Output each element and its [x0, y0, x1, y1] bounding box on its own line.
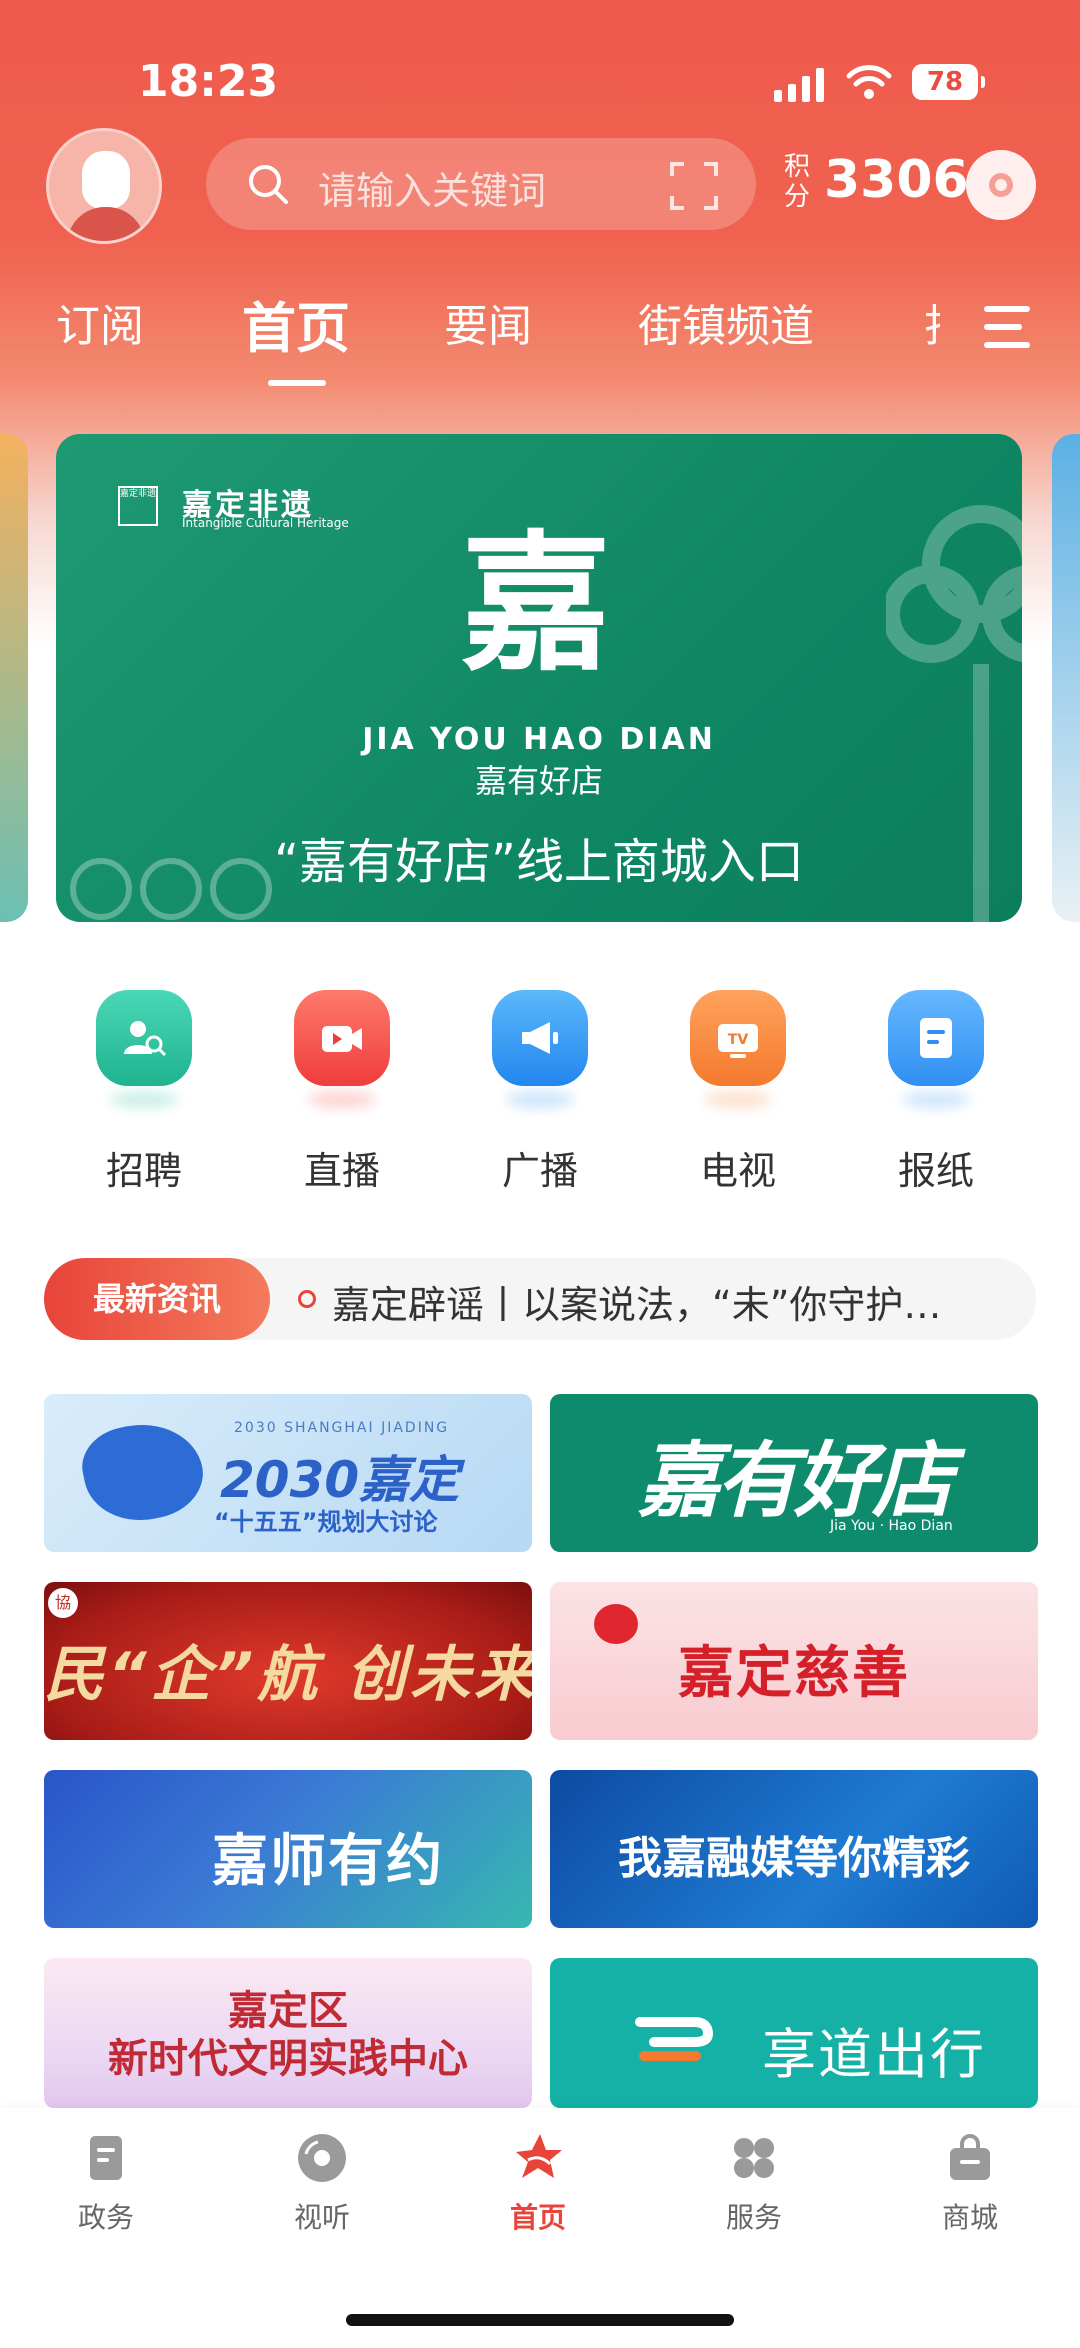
- news-ticker[interactable]: 最新资讯 嘉定辟谣丨以案说法，“未”你守护…: [44, 1258, 1036, 1340]
- nav-services[interactable]: 服务: [684, 2130, 824, 2236]
- tab-partial[interactable]: 打: [924, 290, 940, 354]
- quick-action-label: 广播: [501, 1149, 578, 1193]
- channel-tabs: 订阅 首页 要闻 街镇频道 打: [0, 290, 1080, 390]
- card-jia-you-hao-dian[interactable]: 嘉有好店 Jia You · Hao Dian: [550, 1394, 1038, 1552]
- lattice-decoration: [70, 858, 272, 920]
- quick-action-broadcast[interactable]: 广播: [470, 990, 610, 1193]
- card-xiangdao-chuxing[interactable]: 享道出行: [550, 1958, 1038, 2108]
- card-title: 嘉有好店: [638, 1433, 954, 1529]
- card-2030-jiading[interactable]: 2030 SHANGHAI JIADING 2030嘉定 “十五五”规划大讨论: [44, 1394, 532, 1552]
- bottom-nav: 政务 视听 首页 服务 商城: [0, 2108, 1080, 2348]
- banner-brand-subtitle: Intangible Cultural Heritage: [182, 516, 349, 530]
- user-avatar[interactable]: [46, 128, 162, 244]
- battery-icon: 78: [912, 64, 985, 100]
- carousel-prev-slide[interactable]: [0, 434, 28, 922]
- card-eyebrow: 2030 SHANGHAI JIADING: [234, 1420, 450, 1436]
- news-tag: 最新资讯: [44, 1258, 270, 1340]
- points-value[interactable]: 3306: [824, 150, 969, 210]
- nav-label: 服务: [725, 2201, 782, 2234]
- card-jiading-charity[interactable]: 嘉定慈善: [550, 1582, 1038, 1740]
- search-bar[interactable]: 请输入关键词: [206, 138, 756, 230]
- home-indicator[interactable]: [346, 2314, 734, 2326]
- card-minqi-hang[interactable]: 協 民“企”航 创未来: [44, 1582, 532, 1740]
- newspaper-icon: [888, 990, 984, 1086]
- nav-label: 政务: [77, 2201, 134, 2234]
- wifi-icon: [846, 65, 892, 99]
- home-star-icon: [516, 2134, 562, 2178]
- card-subtitle: “十五五”规划大讨论: [214, 1508, 438, 1536]
- heritage-seal-logo: 嘉定非遗: [118, 486, 158, 526]
- tab-headlines[interactable]: 要闻: [444, 290, 532, 354]
- tab-street-town-channel[interactable]: 街镇频道: [638, 290, 814, 354]
- megaphone-icon: [492, 990, 588, 1086]
- quick-action-recruit[interactable]: 招聘: [74, 990, 214, 1193]
- status-bar: 18:23 78: [0, 56, 1080, 116]
- points-label: 积分: [784, 152, 811, 212]
- quick-action-label: 直播: [303, 1149, 380, 1193]
- card-title: 嘉师有约: [212, 1829, 444, 1894]
- shopping-bag-icon: [950, 2134, 990, 2180]
- carousel-banner[interactable]: 嘉定非遗 嘉定非遗 Intangible Cultural Heritage 嘉…: [56, 434, 1022, 922]
- card-title: 嘉定慈善: [678, 1641, 910, 1706]
- card-civilization-center[interactable]: 嘉定区 新时代文明实践中心: [44, 1958, 532, 2108]
- card-subtitle: Jia You · Hao Dian: [830, 1518, 953, 1534]
- quick-action-label: 报纸: [897, 1149, 974, 1193]
- recruit-icon: [96, 990, 192, 1086]
- quick-action-live[interactable]: 直播: [272, 990, 412, 1193]
- nav-government[interactable]: 政务: [36, 2130, 176, 2236]
- quick-action-label: 招聘: [105, 1149, 182, 1193]
- live-video-icon: [294, 990, 390, 1086]
- banner-english-name: JIA YOU HAO DIAN: [362, 722, 716, 757]
- scan-icon[interactable]: [668, 160, 720, 212]
- quick-action-newspaper[interactable]: 报纸: [866, 990, 1006, 1193]
- nav-audio-video[interactable]: 视听: [252, 2130, 392, 2236]
- tab-home[interactable]: 首页: [242, 284, 350, 363]
- menu-icon[interactable]: [984, 306, 1030, 348]
- card-jiashi-youyue[interactable]: 嘉师有约: [44, 1770, 532, 1928]
- search-placeholder: 请输入关键词: [318, 169, 547, 213]
- svg-text:TV: TV: [728, 1032, 749, 1048]
- status-time: 18:23: [138, 56, 279, 107]
- banner-logo-char: 嘉: [460, 516, 611, 692]
- news-headline[interactable]: 嘉定辟谣丨以案说法，“未”你守护…: [332, 1274, 1022, 1329]
- tab-subscribe[interactable]: 订阅: [56, 290, 144, 354]
- banner-chinese-name: 嘉有好店: [474, 762, 603, 800]
- search-icon: [249, 165, 288, 204]
- card-title-line2: 新时代文明实践中心: [108, 2036, 468, 2082]
- card-title: 享道出行: [762, 2023, 986, 2086]
- nav-label: 首页: [509, 2201, 566, 2234]
- government-icon: [90, 2136, 122, 2180]
- bullet-icon: [298, 1290, 316, 1308]
- card-title: 我嘉融媒等你精彩: [618, 1833, 970, 1884]
- message-icon[interactable]: [966, 150, 1036, 220]
- nav-home[interactable]: 首页: [468, 2130, 608, 2236]
- grid-icon: [734, 2138, 774, 2178]
- cellular-signal-icon: [774, 66, 828, 102]
- quick-action-tv[interactable]: TV 电视: [668, 990, 808, 1193]
- nav-mall[interactable]: 商城: [900, 2130, 1040, 2236]
- card-rongmei[interactable]: 我嘉融媒等你精彩: [550, 1770, 1038, 1928]
- disc-icon: [298, 2134, 346, 2182]
- quick-actions: 招聘 直播 广播 TV 电视 报纸: [0, 990, 1080, 1200]
- quick-action-label: 电视: [699, 1149, 776, 1193]
- nav-label: 商城: [941, 2201, 998, 2234]
- nav-label: 视听: [293, 2201, 350, 2234]
- tv-icon: TV: [690, 990, 786, 1086]
- active-tab-indicator: [268, 380, 326, 386]
- association-logo-icon: 協: [48, 1588, 78, 1618]
- carousel-next-slide[interactable]: [1052, 434, 1080, 922]
- map-shape-icon: [75, 1412, 211, 1532]
- card-title: 民“企”航 创未来: [44, 1640, 532, 1710]
